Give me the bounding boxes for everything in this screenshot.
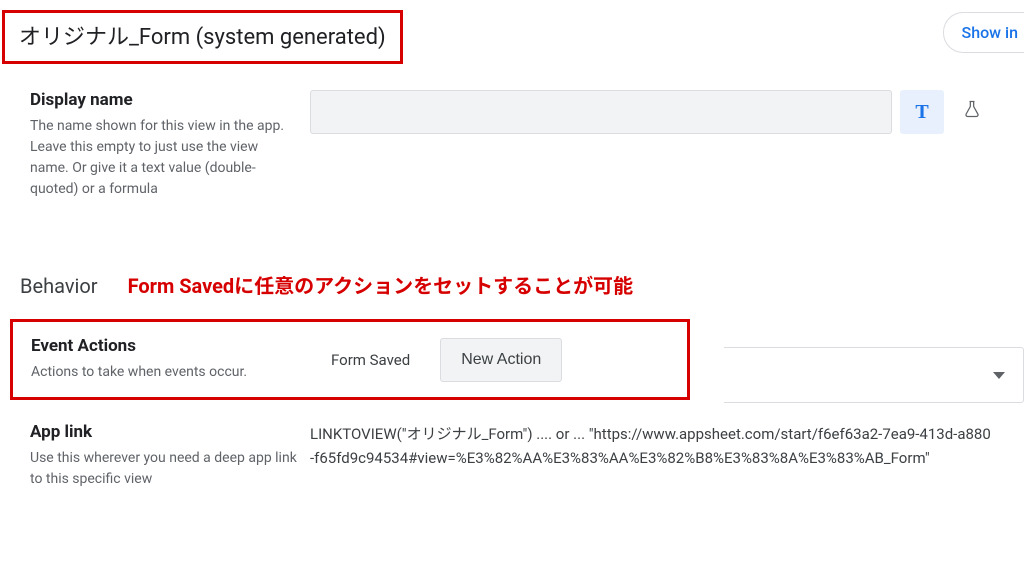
app-link-value: LINKTOVIEW("オリジナル_Form") .... or ... "ht… xyxy=(310,422,994,470)
text-mode-button[interactable]: T xyxy=(900,90,944,134)
app-link-description: Use this wherever you need a deep app li… xyxy=(30,448,300,490)
annotation-text: Form Savedに任意のアクションをセットすることが可能 xyxy=(128,270,634,299)
display-name-label: Display name xyxy=(30,90,300,110)
event-actions-label: Event Actions xyxy=(31,336,321,356)
chevron-down-icon xyxy=(993,372,1005,379)
text-icon: T xyxy=(915,101,928,124)
form-saved-label: Form Saved xyxy=(331,351,410,369)
view-title-highlight: オリジナル_Form (system generated) xyxy=(2,10,403,64)
event-actions-description: Actions to take when events occur. xyxy=(31,362,321,383)
display-name-description: The name shown for this view in the app.… xyxy=(30,116,300,200)
display-name-input[interactable] xyxy=(310,90,892,134)
show-in-button[interactable]: Show in xyxy=(943,12,1024,53)
view-title: オリジナル_Form (system generated) xyxy=(19,19,386,51)
event-actions-dropdown[interactable] xyxy=(724,347,1024,403)
app-link-label: App link xyxy=(30,422,300,442)
flask-icon xyxy=(962,99,982,125)
event-actions-highlight: Event Actions Actions to take when event… xyxy=(10,319,690,400)
behavior-section-title: Behavior xyxy=(20,274,98,298)
formula-mode-button[interactable] xyxy=(950,90,994,134)
new-action-button[interactable]: New Action xyxy=(440,338,562,382)
